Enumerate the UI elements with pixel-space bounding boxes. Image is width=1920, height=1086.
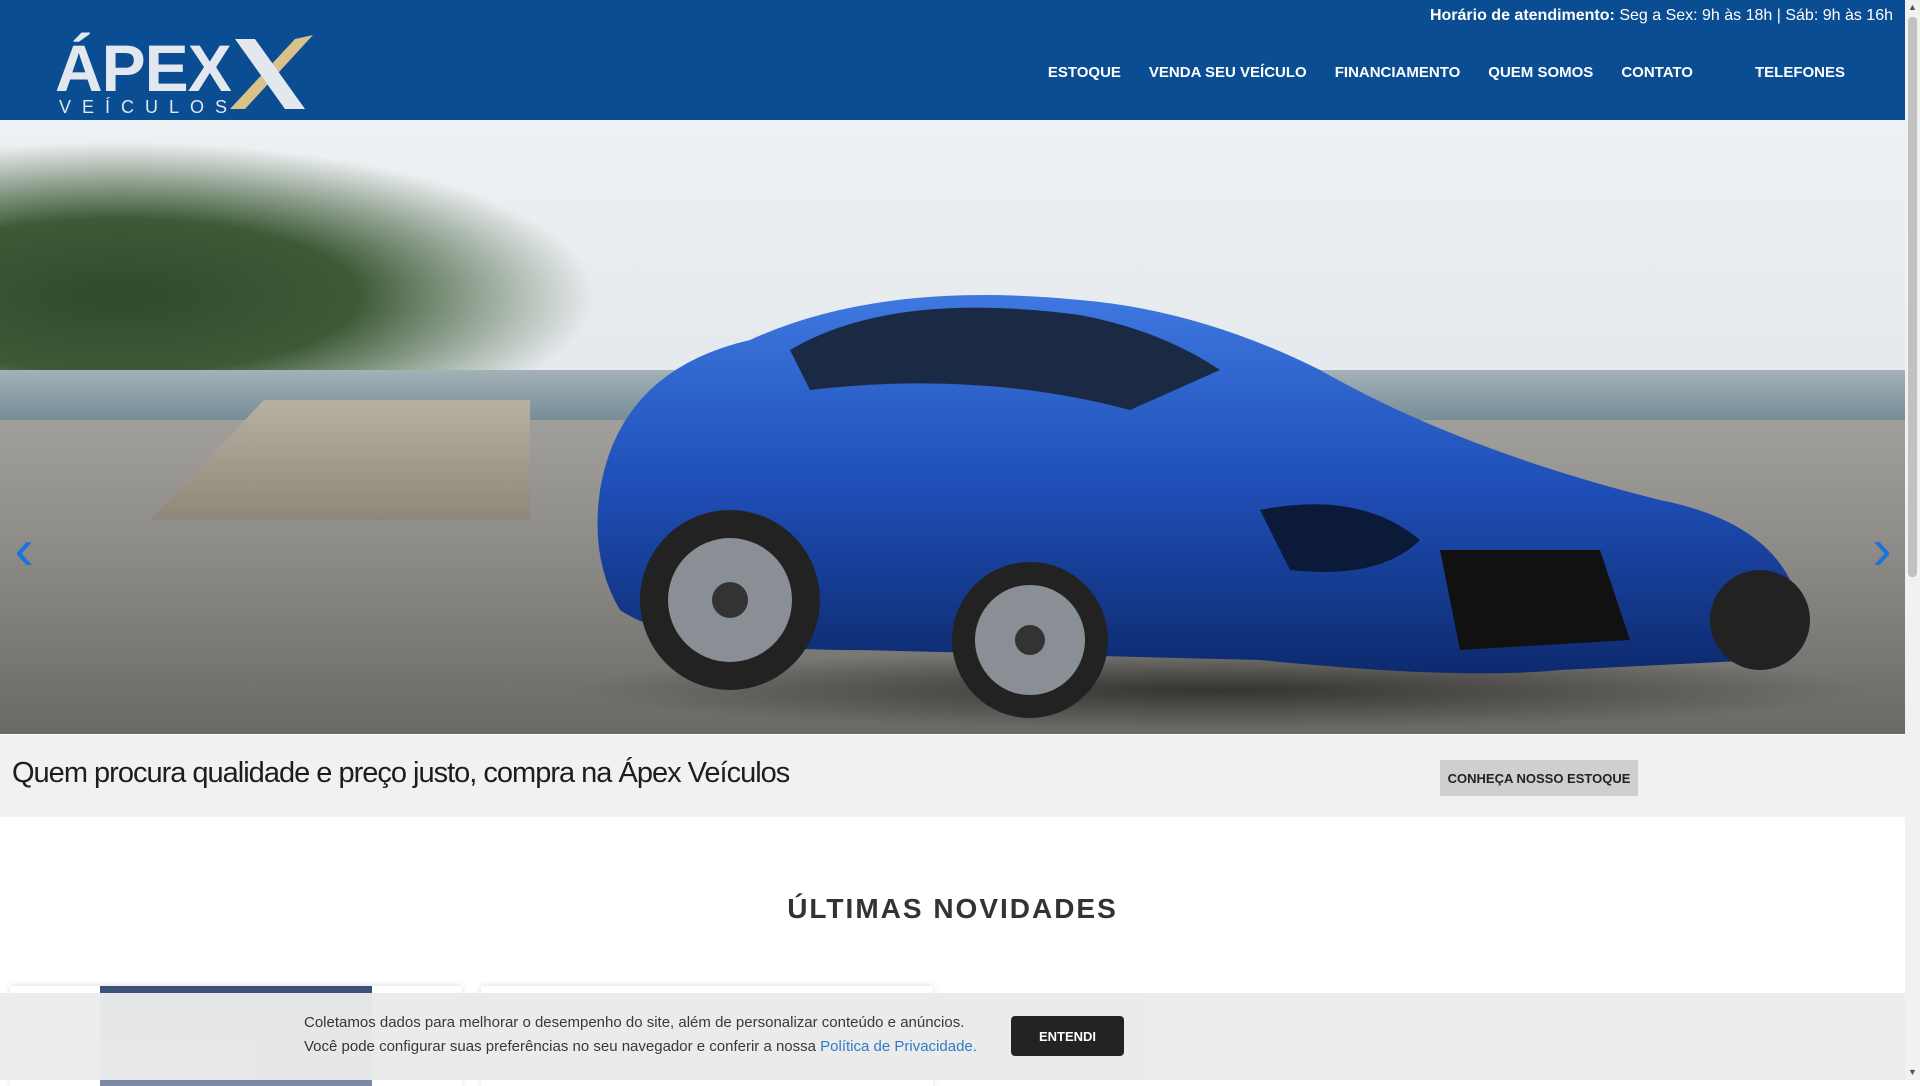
tagline-band: Quem procura qualidade e preço justo, co… [0, 735, 1905, 817]
logo-x-mark-icon [230, 35, 313, 109]
main-nav: ESTOQUE VENDA SEU VEÍCULO FINANCIAMENTO … [1034, 64, 1865, 81]
cookie-line-2: Você pode configurar suas preferências n… [304, 1038, 821, 1055]
site-logo[interactable]: ÁPEX VEÍCULOS [55, 33, 315, 117]
nav-estoque[interactable]: ESTOQUE [1034, 64, 1135, 81]
business-hours: Horário de atendimento: Seg a Sex: 9h às… [1430, 7, 1893, 25]
tagline-text: Quem procura qualidade e preço justo, co… [12, 757, 790, 789]
logo-wordmark: ÁPEX [55, 31, 232, 105]
nav-financiamento[interactable]: FINANCIAMENTO [1321, 64, 1475, 81]
nav-telefones-label: TELEFONES [1754, 64, 1845, 81]
cookie-banner: Coletamos dados para melhorar o desempen… [0, 993, 1905, 1080]
privacy-policy-link[interactable]: Política de Privacidade. [820, 1038, 977, 1055]
section-title-ultimas-novidades: ÚLTIMAS NOVIDADES [787, 893, 1118, 924]
logo-subtitle: VEÍCULOS [59, 97, 239, 117]
page-scrollbar[interactable]: ▲ ▼ [1905, 0, 1920, 1080]
scrollbar-thumb[interactable] [1908, 17, 1917, 577]
nav-quem-somos[interactable]: QUEM SOMOS [1474, 64, 1607, 81]
hours-text: Seg a Sex: 9h às 18h | Sáb: 9h às 16h [1619, 7, 1893, 24]
conheca-estoque-button[interactable]: CONHEÇA NOSSO ESTOQUE [1440, 760, 1638, 796]
nav-venda-seu-veiculo[interactable]: VENDA SEU VEÍCULO [1135, 64, 1321, 81]
nav-telefones-dropdown[interactable]: TELEFONES [1735, 64, 1865, 81]
cookie-line-1: Coletamos dados para melhorar o desempen… [304, 1014, 965, 1031]
cookie-text: Coletamos dados para melhorar o desempen… [304, 1011, 977, 1059]
hero-car-image [597, 295, 1810, 718]
hero-carousel: ‹ › [0, 120, 1905, 734]
cookie-accept-button[interactable]: ENTENDI [1011, 1016, 1124, 1056]
scroll-down-icon[interactable]: ▼ [1905, 1065, 1920, 1080]
carousel-next-arrow[interactable]: › [1862, 520, 1902, 580]
hours-label: Horário de atendimento: [1429, 7, 1615, 24]
carousel-prev-arrow[interactable]: ‹ [4, 520, 44, 580]
site-header: Horário de atendimento: Seg a Sex: 9h às… [0, 0, 1905, 120]
scroll-up-icon[interactable]: ▲ [1905, 0, 1920, 15]
hero-trees [0, 140, 600, 400]
nav-contato[interactable]: CONTATO [1607, 64, 1707, 81]
